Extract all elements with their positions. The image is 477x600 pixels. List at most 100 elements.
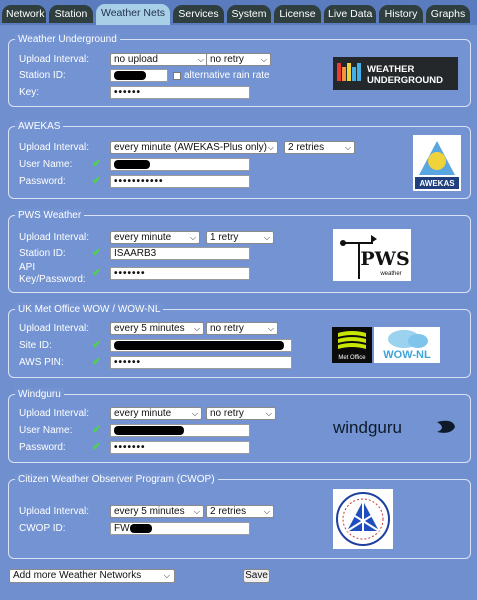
ukmet-site-id-input[interactable] [110,339,292,352]
windguru-upload-interval-select[interactable]: every minute ⌵ [110,407,202,420]
metoffice-logo-icon: Met Office [338,331,366,361]
windguru-retry-select[interactable]: no retry ⌵ [206,407,276,420]
tab-network[interactable]: Network [2,5,46,23]
wunderground-logo-icon: WEATHER UNDERGROUND [337,63,443,86]
wunderground-retry-select[interactable]: no retry ⌵ [206,53,271,66]
redacted-text [129,523,152,533]
awekas-logo: AWEKAS [413,135,461,191]
chevron-down-icon: ⌵ [189,233,196,242]
pws-logo: PWS weather [333,229,411,281]
chevron-down-icon: ⌵ [197,55,204,64]
ukmet-retry-select[interactable]: no retry ⌵ [206,322,278,335]
metoffice-logo: Met Office [332,327,372,363]
pws-panel: PWS Weather Upload Interval: every minut… [8,209,471,293]
key-label: Key: [19,87,40,98]
svg-text:weather: weather [379,271,401,277]
awekas-panel: AWEKAS Upload Interval: every minute (AW… [8,120,471,199]
chevron-down-icon: ⌵ [267,143,274,152]
ukmet-aws-pin-input[interactable]: •••••• [110,356,292,369]
windguru-logo: windguru [331,415,457,439]
user-name-label: User Name: [19,159,73,170]
chevron-down-icon: ⌵ [263,233,270,242]
redacted-text [114,340,284,350]
tab-weather-nets[interactable]: Weather Nets [96,4,170,25]
svg-text:Met Office: Met Office [338,355,366,361]
check-icon: ✔ [92,441,102,453]
check-icon: ✔ [92,158,102,170]
redacted-text [114,159,150,169]
cwop-retry-select[interactable]: 2 retries ⌵ [206,505,274,518]
chevron-down-icon: ⌵ [267,324,274,333]
upload-interval-label: Upload Interval: [19,323,90,334]
tab-history[interactable]: History [379,5,423,23]
api-key-label: API Key/Password: [19,262,86,285]
cwop-id-label: CWOP ID: [19,523,66,534]
pws-title: PWS Weather [15,209,85,222]
wunderground-title: Weather Underground [15,33,120,46]
svg-text:windguru: windguru [332,418,402,437]
ukmet-upload-interval-select[interactable]: every 5 minutes ⌵ [110,322,204,335]
chevron-down-icon: ⌵ [344,143,351,152]
tab-live-data[interactable]: Live Data [324,5,376,23]
cwop-id-input[interactable]: FW [110,522,250,535]
site-id-label: Site ID: [19,340,52,351]
station-id-label: Station ID: [19,70,66,81]
check-icon: ✔ [92,247,102,259]
wownl-logo-icon: WOW-NL [383,330,431,361]
awekas-password-input[interactable]: ••••••••••• [110,175,250,188]
svg-text:WOW-NL: WOW-NL [383,349,431,361]
upload-interval-label: Upload Interval: [19,142,90,153]
chevron-down-icon: ⌵ [193,507,200,516]
awekas-logo-icon: AWEKAS [415,141,459,189]
wunderground-station-id-input[interactable] [110,69,168,82]
add-more-networks-select[interactable]: Add more Weather Networks ⌵ [9,569,175,583]
password-label: Password: [19,442,66,453]
cwop-panel: Citizen Weather Observer Program (CWOP) … [8,473,471,559]
tab-system[interactable]: System [227,5,271,23]
cwop-logo-icon [336,492,390,546]
save-button[interactable]: Save [243,569,270,583]
pws-api-key-input[interactable]: ••••••• [110,267,250,280]
awekas-upload-interval-select[interactable]: every minute (AWEKAS-Plus only) ⌵ [110,141,278,154]
wunderground-key-input[interactable]: •••••• [110,86,250,99]
windguru-user-name-input[interactable] [110,424,250,437]
cwop-upload-interval-select[interactable]: every 5 minutes ⌵ [110,505,204,518]
windguru-logo-icon: windguru [332,418,455,437]
tab-graphs[interactable]: Graphs [426,5,470,23]
windguru-panel: Windguru Upload Interval: every minute ⌵ … [8,388,471,463]
wownl-logo: WOW-NL [374,327,440,363]
wunderground-panel: Weather Underground Upload Interval: no … [8,33,471,107]
alternative-rain-checkbox[interactable] [173,72,181,80]
tab-bar: Network Station Weather Nets Services Sy… [0,0,477,25]
password-label: Password: [19,176,66,187]
svg-text:WEATHER: WEATHER [367,64,414,75]
tab-station[interactable]: Station [49,5,93,23]
pws-upload-interval-select[interactable]: every minute ⌵ [110,231,200,244]
check-icon: ✔ [92,267,102,279]
station-id-label: Station ID: [19,248,66,259]
svg-text:AWEKAS: AWEKAS [419,179,455,188]
redacted-text [114,425,184,435]
cwop-logo [333,489,393,549]
check-icon: ✔ [92,356,102,368]
upload-interval-label: Upload Interval: [19,408,90,419]
user-name-label: User Name: [19,425,73,436]
windguru-password-input[interactable]: ••••••• [110,441,250,454]
windguru-title: Windguru [15,388,64,401]
upload-interval-label: Upload Interval: [19,54,90,65]
awekas-user-name-input[interactable] [110,158,250,171]
awekas-retry-select[interactable]: 2 retries ⌵ [284,141,355,154]
upload-interval-label: Upload Interval: [19,232,90,243]
chevron-down-icon: ⌵ [260,55,267,64]
wunderground-upload-interval-select[interactable]: no upload ⌵ [110,53,208,66]
chevron-down-icon: ⌵ [265,409,272,418]
check-icon: ✔ [92,175,102,187]
alternative-rain-label: alternative rain rate [184,70,270,81]
pws-retry-select[interactable]: 1 retry ⌵ [206,231,274,244]
redacted-text [114,70,146,80]
tab-services[interactable]: Services [173,5,224,23]
chevron-down-icon: ⌵ [191,409,198,418]
pws-station-id-input[interactable]: ISAARB3 [110,247,250,260]
tab-license[interactable]: License [274,5,321,23]
svg-text:UNDERGROUND: UNDERGROUND [367,75,443,86]
